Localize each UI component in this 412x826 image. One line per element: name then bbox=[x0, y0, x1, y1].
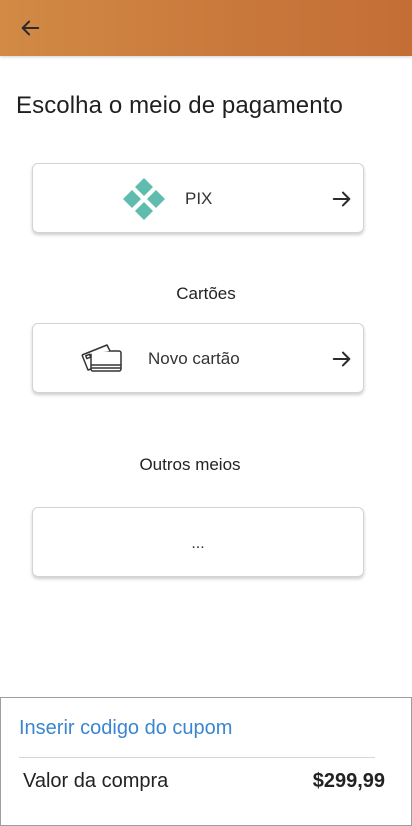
footer-divider bbox=[19, 757, 375, 758]
arrow-right-icon bbox=[332, 351, 351, 367]
total-value: $299,99 bbox=[312, 770, 385, 792]
other-methods-card[interactable]: ... bbox=[32, 507, 364, 577]
pix-logo-icon bbox=[123, 178, 165, 220]
page-title: Escolha o meio de pagamento bbox=[16, 92, 343, 119]
app-bar bbox=[0, 0, 412, 56]
payment-method-screen: Escolha o meio de pagamento PIX Cartões bbox=[0, 0, 412, 826]
credit-card-icon bbox=[81, 344, 122, 372]
coupon-link[interactable]: Inserir codigo do cupom bbox=[19, 717, 232, 740]
back-button[interactable] bbox=[14, 12, 46, 44]
total-label: Valor da compra bbox=[23, 770, 169, 792]
cards-section-title: Cartões bbox=[176, 284, 236, 303]
checkout-footer: Inserir codigo do cupom Valor da compra … bbox=[0, 697, 412, 826]
arrow-right-icon bbox=[332, 191, 351, 207]
arrow-left-icon bbox=[21, 20, 40, 36]
pix-option-card[interactable]: PIX bbox=[32, 163, 364, 233]
pix-label: PIX bbox=[185, 189, 213, 208]
other-methods-placeholder: ... bbox=[191, 535, 205, 552]
new-card-label: Novo cartão bbox=[148, 349, 240, 368]
new-card-option-card[interactable]: Novo cartão bbox=[32, 323, 364, 393]
other-methods-section-title: Outros meios bbox=[139, 455, 241, 474]
